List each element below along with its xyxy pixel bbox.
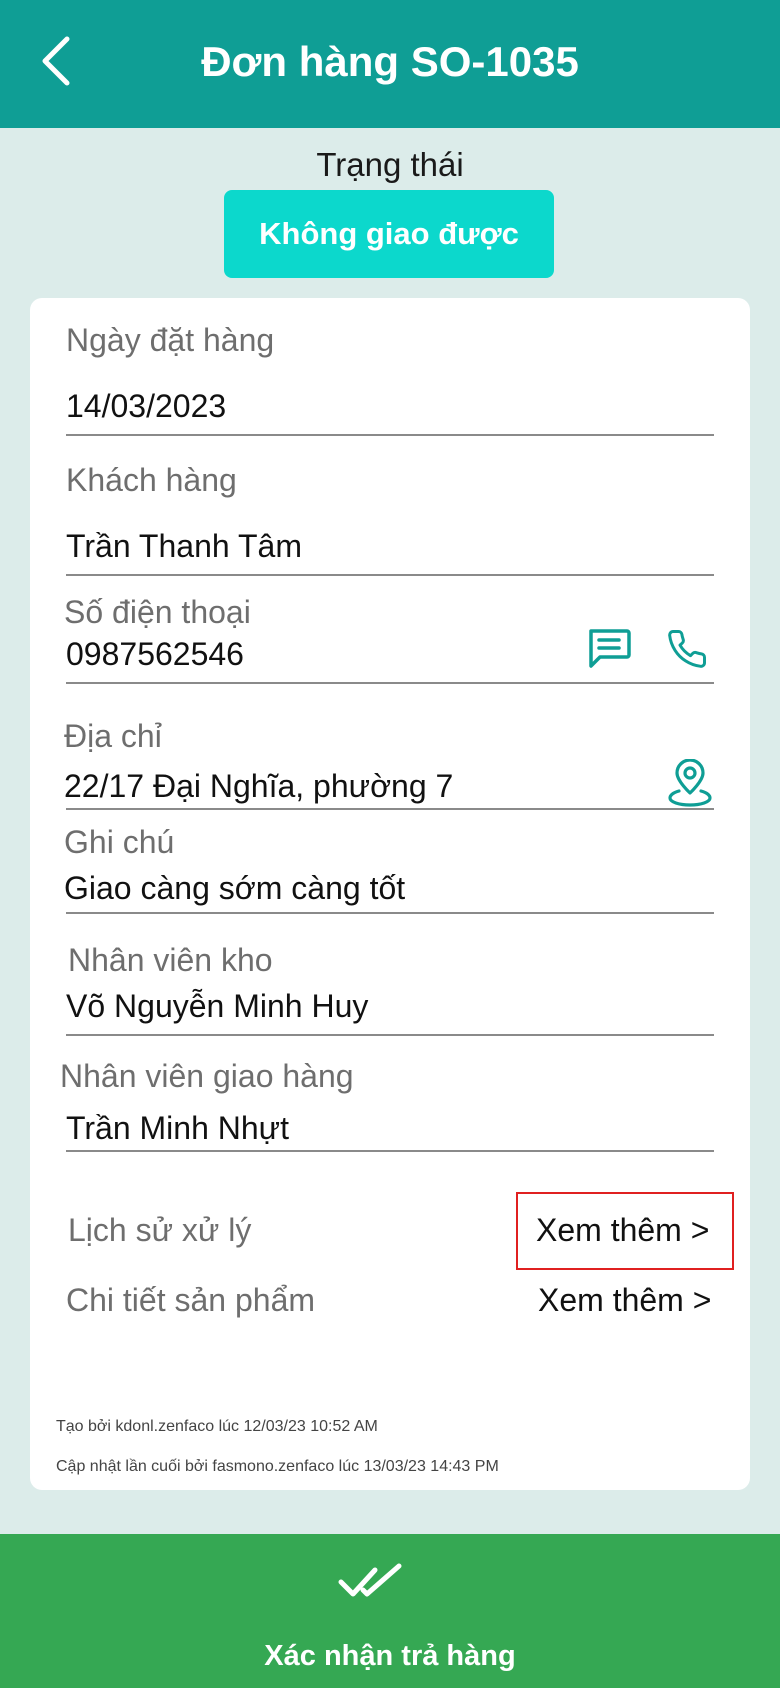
phone-label: Số điện thoại [64, 594, 251, 630]
delivery-staff-field[interactable]: Trần Minh Nhựt [66, 1110, 289, 1147]
customer-field[interactable]: Trần Thanh Tâm [66, 528, 302, 565]
divider [66, 682, 714, 684]
customer-label: Khách hàng [66, 462, 237, 498]
updated-info: Cập nhật lần cuối bởi fasmono.zenfaco lú… [56, 1458, 499, 1475]
products-see-more-link[interactable]: Xem thêm > [538, 1282, 711, 1319]
divider [66, 912, 714, 914]
history-label: Lịch sử xử lý [68, 1212, 252, 1248]
divider [66, 1150, 714, 1152]
address-field[interactable]: 22/17 Đại Nghĩa, phường 7 [64, 768, 453, 805]
status-label: Trạng thái [316, 146, 464, 183]
order-date-field[interactable]: 14/03/2023 [66, 388, 226, 425]
app-header: Đơn hàng SO-1035 [0, 0, 780, 128]
note-label: Ghi chú [64, 824, 175, 860]
page-title: Đơn hàng SO-1035 [201, 38, 579, 85]
status-badge: Không giao được [224, 190, 554, 278]
products-label: Chi tiết sản phẩm [66, 1282, 316, 1318]
divider [66, 574, 714, 576]
order-detail-card: Ngày đặt hàng 14/03/2023 Khách hàng Trần… [30, 298, 750, 1490]
divider [66, 434, 714, 436]
divider [66, 808, 714, 810]
warehouse-staff-label: Nhân viên kho [68, 942, 273, 978]
created-info: Tạo bởi kdonl.zenfaco lúc 12/03/23 10:52… [56, 1418, 378, 1435]
confirm-return-button[interactable]: Xác nhận trả hàng [0, 1534, 780, 1688]
confirm-return-label: Xác nhận trả hàng [264, 1640, 516, 1672]
warehouse-staff-field[interactable]: Võ Nguyễn Minh Huy [66, 988, 368, 1025]
double-check-icon [338, 1562, 402, 1602]
delivery-staff-label: Nhân viên giao hàng [60, 1058, 354, 1094]
address-label: Địa chỉ [64, 718, 162, 754]
location-pin-icon[interactable] [666, 758, 714, 808]
phone-icon[interactable] [664, 626, 710, 672]
highlight-box [516, 1192, 734, 1270]
divider [66, 1034, 714, 1036]
note-field[interactable]: Giao càng sớm càng tốt [64, 870, 405, 907]
phone-field[interactable]: 0987562546 [66, 636, 244, 673]
order-date-label: Ngày đặt hàng [66, 322, 275, 358]
message-icon[interactable] [584, 626, 634, 672]
